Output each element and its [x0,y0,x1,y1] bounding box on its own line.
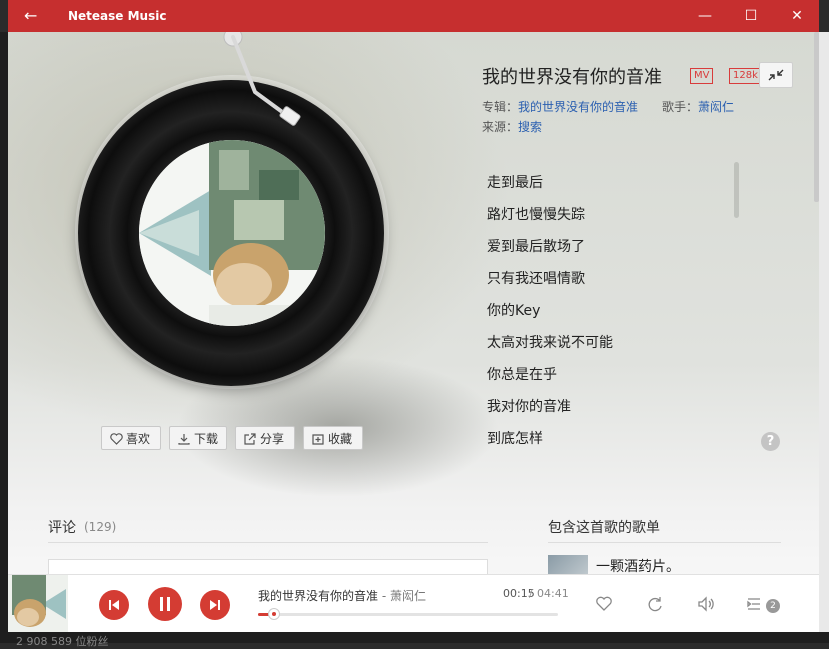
player-bar: 我的世界没有你的音准 - 萧闳仁 00:15 / 04:41 2 [8,574,819,632]
heart-icon[interactable] [594,594,614,614]
playlist-queue-icon[interactable] [746,594,766,614]
title-bar: ← Netease Music — ☐ ✕ [8,0,819,32]
source-row: 来源：搜索 [482,118,542,135]
lyric-line: 我对你的音准 [487,399,571,415]
tonearm [223,32,301,126]
pause-icon [160,597,170,611]
progress-handle[interactable] [267,608,280,620]
lyric-line: 你总是在乎 [487,367,557,383]
shrink-icon [768,69,784,81]
quality-tag: 128k [729,68,762,84]
like-button[interactable]: 喜欢 [101,426,161,450]
download-icon [178,434,190,445]
collect-button[interactable]: 收藏 [303,426,363,450]
source-link[interactable]: 搜索 [518,120,542,134]
song-title: 我的世界没有你的音准 [482,67,662,88]
now-playing-song[interactable]: 我的世界没有你的音准 [258,589,378,603]
close-button[interactable]: ✕ [774,4,820,28]
lyric-line: 太高对我来说不可能 [487,335,613,351]
background-bottom-text: 2 908 589 位粉丝 [16,635,109,648]
album-link[interactable]: 我的世界没有你的音准 [518,100,638,114]
share-icon [244,433,256,445]
artist-label: 歌手： [662,100,699,114]
artist-row: 歌手：萧闳仁 [662,98,734,115]
previous-button[interactable] [99,590,129,620]
minimize-button[interactable]: — [682,4,728,28]
download-button[interactable]: 下载 [169,426,227,450]
help-button[interactable]: ? [761,432,780,451]
playlist-name[interactable]: 一颗酒药片。 [596,556,680,576]
volume-icon[interactable] [696,594,716,614]
playlists-title: 包含这首歌的歌单 [548,520,660,536]
download-label: 下载 [194,432,219,446]
background-left-strip [0,32,8,643]
share-button[interactable]: 分享 [235,426,295,450]
back-button[interactable]: ← [24,6,37,26]
comments-divider [48,542,488,543]
comments-title: 评论 [48,520,76,536]
next-icon [210,600,220,610]
album-cover-art [139,140,325,326]
total-time: 04:41 [537,587,569,600]
lyrics-scrollbar[interactable] [734,162,739,218]
now-playing-cover-art [8,575,68,632]
source-label: 来源： [482,120,519,134]
now-playing-artist[interactable]: 萧闳仁 [390,589,426,603]
now-playing-title: 我的世界没有你的音准 - 萧闳仁 [258,587,426,604]
next-button[interactable] [200,590,230,620]
lyric-line: 你的Key [487,303,541,319]
pause-button[interactable] [148,587,182,621]
album-row: 专辑：我的世界没有你的音准 [482,98,638,115]
queue-count-badge: 2 [766,599,780,613]
add-folder-icon [312,434,324,445]
like-label: 喜欢 [126,432,151,446]
heart-icon [110,433,123,445]
maximize-button[interactable]: ☐ [728,4,774,28]
lyric-line: 路灯也慢慢失踪 [487,207,585,223]
lyric-line: 只有我还唱情歌 [487,271,585,287]
background-right-strip [819,32,829,643]
artist-link[interactable]: 萧闳仁 [698,100,734,114]
album-cover [139,140,325,326]
lyric-line: 到底怎样 [487,431,543,447]
repeat-icon[interactable] [645,594,665,614]
now-playing-separator: - [378,589,390,603]
collapse-button[interactable] [759,62,793,88]
lyric-line: 爱到最后散场了 [487,239,585,255]
mv-tag[interactable]: MV [690,68,714,84]
song-detail-window: 喜欢 下载 分享 收藏 我的世界没有你的音准 MV 128k 专辑：我的世界没有… [8,32,819,632]
progress-bar[interactable] [258,608,558,620]
now-playing-cover[interactable] [8,575,68,632]
playlists-divider [548,542,781,543]
collect-label: 收藏 [328,432,353,446]
lyric-line: 走到最后 [487,175,543,191]
background-bottom-strip [0,632,829,643]
time-separator: / [529,587,533,600]
album-label: 专辑： [482,100,519,114]
page-scrollbar[interactable] [814,32,819,202]
window-title: Netease Music [68,9,167,23]
previous-icon [109,600,119,610]
comments-count: (129) [84,520,117,534]
share-label: 分享 [260,432,285,446]
